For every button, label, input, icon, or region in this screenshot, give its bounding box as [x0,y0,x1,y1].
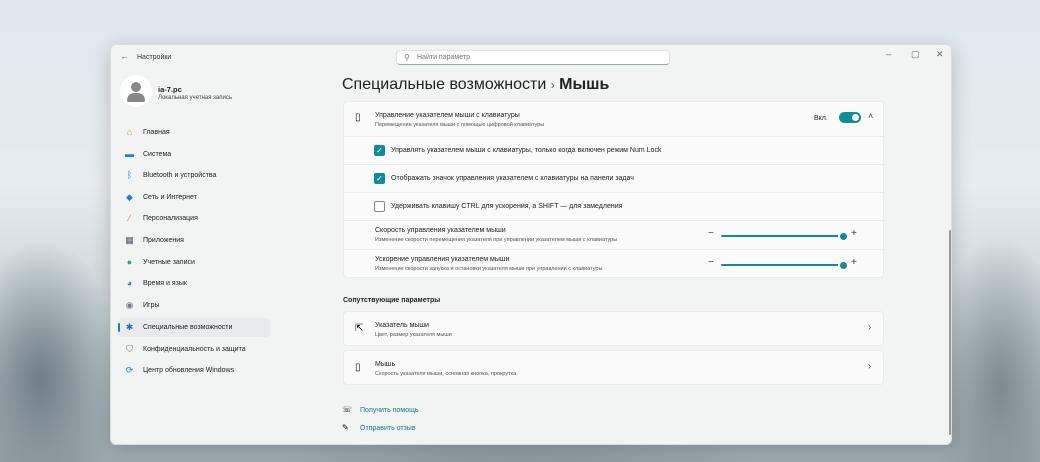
option-row: ✓ Управлять указателем мыши с клавиатуры,… [344,136,883,164]
option-row: Удерживать клавишу CTRL для ускорения, а… [344,192,883,220]
sidebar-item-label: Конфиденциальность и защита [143,346,246,353]
slider-thumb[interactable] [839,261,847,269]
mouse-keys-subtitle: Перемещение указателя мыши с помощью циф… [375,122,545,128]
system-icon: ▬ [125,149,134,159]
slider-row: Скорость управления указателем мыши Измен… [344,220,883,249]
accessibility-icon: ✱ [125,322,134,332]
sidebar-item-2[interactable]: ᛒ Bluetooth и устройства [118,166,270,185]
checkbox[interactable]: ✓ [374,173,385,184]
mouse-keys-toggle[interactable] [839,112,861,123]
sidebar-item-label: Bluetooth и устройства [143,172,217,179]
update-icon: ⟳ [125,365,134,375]
slider-row: Ускорение управления указателем мыши Изме… [344,249,883,278]
sidebar-item-0[interactable]: ⌂ Главная [118,123,270,142]
breadcrumb-parent[interactable]: Специальные возможности [342,76,546,93]
apps-icon: ▦ [125,235,134,245]
minus-icon[interactable]: − [708,257,714,268]
related-item[interactable]: ⇱ Указатель мыши Цвет, размер указателя мы… [343,311,884,346]
feedback-icon: ✎ [342,423,349,432]
checkbox[interactable] [374,201,385,212]
checkbox[interactable]: ✓ [374,145,385,156]
related-subtitle: Скорость указателя мыши, основная кнопка… [375,371,517,377]
sidebar-item-10[interactable]: ⛉ Конфиденциальность и защита [118,340,270,359]
toggle-state-label: Вкл. [814,115,828,122]
get-help-link[interactable]: Получить помощь [360,407,419,414]
sidebar-item-label: Время и язык [143,280,187,287]
sidebar-item-label: Приложения [143,237,184,244]
user-name: ia-7.pc [158,85,182,94]
sidebar-item-label: Главная [143,129,170,136]
home-icon: ⌂ [126,127,133,137]
chevron-right-icon: › [868,361,872,372]
send-feedback-link[interactable]: Отправить отзыв [360,425,416,432]
close-button[interactable]: ✕ [936,49,944,60]
minus-icon[interactable]: − [708,228,714,239]
plus-icon[interactable]: + [851,228,857,239]
breadcrumb-separator: › [550,78,555,92]
globe-icon: ◕ [126,278,133,288]
option-label: Управлять указателем мыши с клавиатуры, … [391,147,662,154]
app-title: Настройки [137,54,172,61]
slider-track[interactable] [721,232,847,240]
search-input[interactable]: ⚲ Найти параметр [396,50,670,65]
sidebar-item-6[interactable]: ● Учетные записи [118,253,270,272]
mouse-icon: ▯ [355,362,361,373]
mouse-icon: ▯ [355,112,361,123]
pointer-icon: ⇱ [355,323,364,334]
breadcrumb-current: Мышь [559,76,610,93]
sidebar-item-7[interactable]: ◕ Время и язык [118,274,270,293]
related-subtitle: Цвет, размер указателя мыши [375,332,452,338]
account-type: Локальная учетная запись [158,95,232,101]
sidebar-item-label: Игры [143,302,160,309]
related-item[interactable]: ▯ Мышь Скорость указателя мыши, основная к… [343,350,884,385]
help-icon: ☏ [342,405,353,414]
option-label: Отображать значок управления указателем … [391,175,634,182]
sidebar-item-8[interactable]: ◉ Игры [118,296,270,315]
page-title: Специальные возможности › Мышь [342,76,609,94]
sidebar-item-5[interactable]: ▦ Приложения [118,231,270,250]
slider-subtitle: Изменение скорости перемещения указателя… [375,237,618,243]
plus-icon[interactable]: + [851,257,857,268]
sidebar-item-label: Учетные записи [143,259,195,266]
sidebar-item-label: Специальные возможности [143,324,233,331]
related-title: Мышь [375,361,396,368]
sidebar-item-label: Сеть и Интернет [143,194,197,201]
scrollbar[interactable] [949,230,951,435]
sidebar-item-label: Система [143,151,172,158]
sidebar-item-9[interactable]: ✱ Специальные возможности [118,318,270,337]
slider-thumb[interactable] [839,232,847,240]
mouse-keys-title: Управление указателем мыши с клавиатуры [375,112,520,119]
minimize-button[interactable]: – [886,49,891,59]
title-bar: ← Настройки ⚲ Найти параметр – ▢ ✕ [111,45,951,71]
shield-icon: ⛉ [126,344,133,354]
brush-icon: ⁄ [128,213,131,223]
accounts-icon: ● [126,257,133,267]
chevron-up-icon[interactable]: ˄ [868,111,873,121]
sidebar-item-4[interactable]: ⁄ Персонализация [118,209,270,228]
avatar[interactable] [120,75,152,107]
slider-track[interactable] [721,261,847,269]
back-arrow-icon[interactable]: ← [120,51,129,61]
sidebar-item-1[interactable]: ▬ Система [118,145,270,164]
settings-window: ← Настройки ⚲ Найти параметр – ▢ ✕ ia-7.p… [110,44,952,445]
option-label: Удерживать клавишу CTRL для ускорения, а… [391,203,623,210]
bluetooth-icon: ᛒ [126,170,133,180]
slider-title: Скорость управления указателем мыши [375,227,506,234]
related-heading: Сопутствующие параметры [343,297,441,304]
wifi-icon: ◆ [126,192,133,202]
gamepad-icon: ◉ [125,300,134,310]
slider-subtitle: Изменение скорости запуска и остановки у… [375,266,603,272]
related-title: Указатель мыши [375,322,429,329]
search-icon: ⚲ [404,53,410,62]
option-row: ✓ Отображать значок управления указателем… [344,164,883,192]
sidebar-item-11[interactable]: ⟳ Центр обновления Windows [118,361,270,380]
sidebar-item-3[interactable]: ◆ Сеть и Интернет [118,188,270,207]
slider-title: Ускорение управления указателем мыши [375,256,510,263]
chevron-right-icon: › [868,322,872,333]
sidebar-item-label: Персонализация [143,215,198,222]
sidebar-item-label: Центр обновления Windows [143,367,235,374]
maximize-button[interactable]: ▢ [911,49,920,60]
mouse-keys-card: ▯ Управление указателем мыши с клавиатур… [343,101,884,278]
